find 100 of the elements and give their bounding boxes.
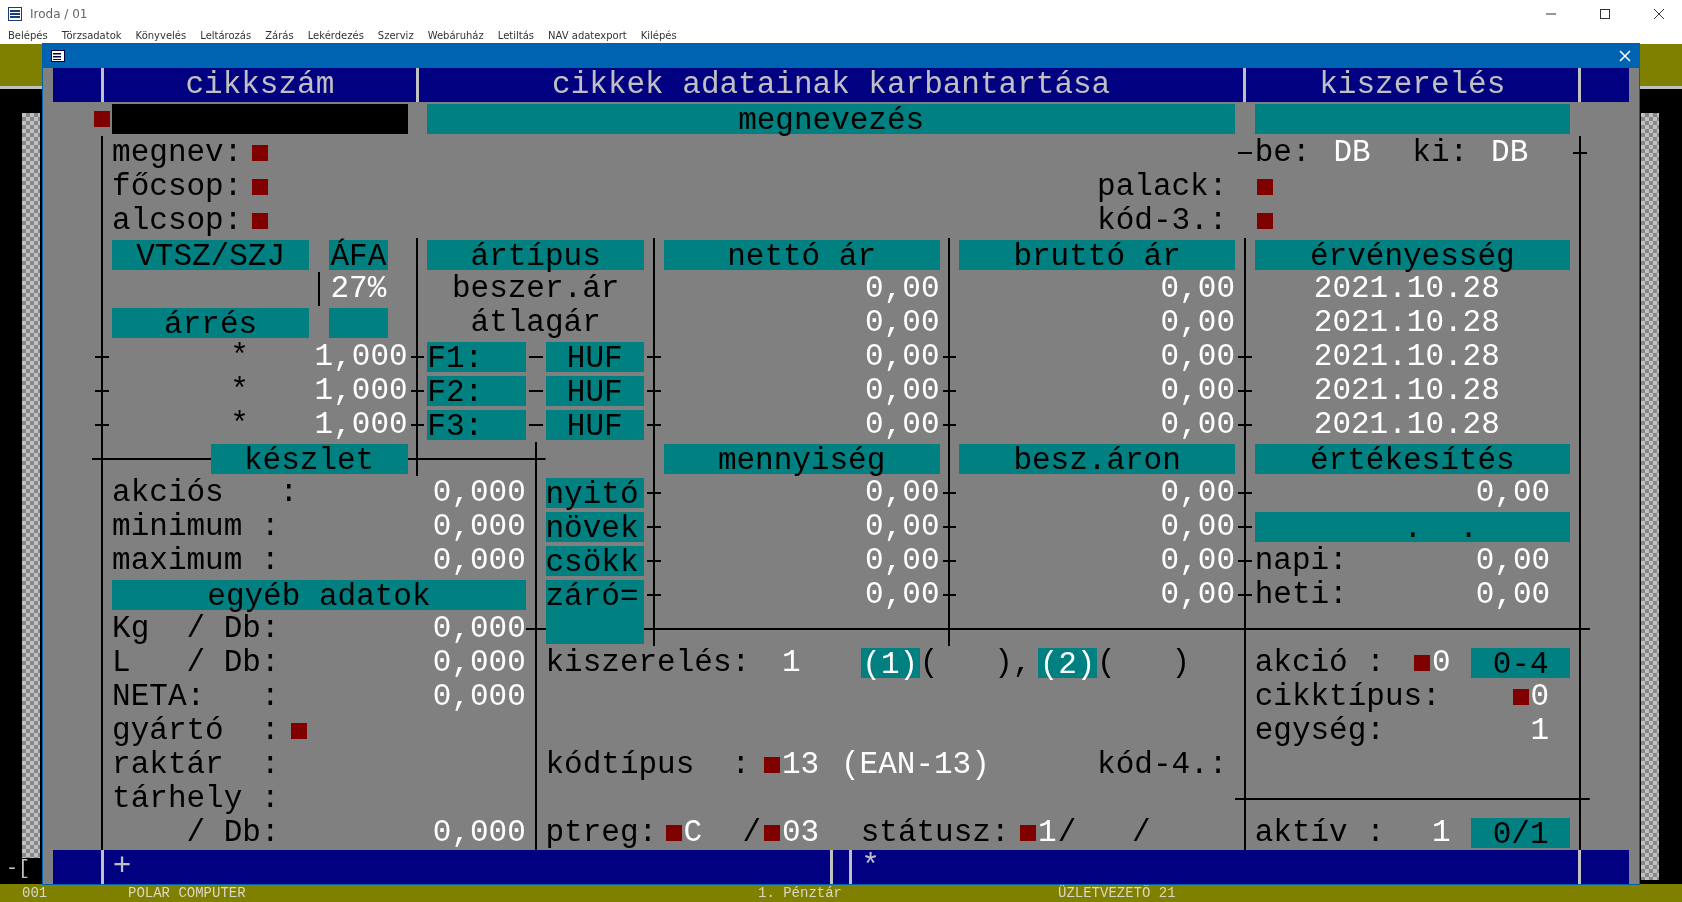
- section-header: megnevezés: [427, 104, 1235, 134]
- menu-item[interactable]: Lekérdezés: [307, 28, 364, 44]
- empty-field[interactable]: [328, 308, 388, 338]
- field-label: kód-4.:: [1097, 748, 1229, 782]
- field-value: 0,00: [864, 578, 940, 612]
- field-label: ( ),: [919, 646, 1033, 680]
- maximize-icon: [1600, 9, 1610, 19]
- field-value: 0,00: [1159, 340, 1235, 374]
- field-label: ptreg:: [545, 816, 659, 850]
- field-value: 1,000: [313, 408, 408, 442]
- field-marker: [1256, 179, 1273, 195]
- field-value: 0,00: [1474, 476, 1551, 510]
- field-label: megnev:: [112, 136, 244, 170]
- field-label: raktár :: [112, 748, 281, 782]
- app-window-icon: [8, 7, 22, 21]
- slot-key: (1): [860, 648, 920, 678]
- menu-item[interactable]: Leltározás: [200, 28, 252, 44]
- field-label: L / Db:: [112, 646, 281, 680]
- field-value: 0,00: [1159, 578, 1235, 612]
- date-field[interactable]: . .: [1254, 512, 1570, 542]
- menu-item[interactable]: Webáruház: [427, 28, 484, 44]
- field-label: alcsop:: [112, 204, 244, 238]
- column-header: cikkszám: [185, 70, 335, 100]
- close-icon[interactable]: [1619, 50, 1631, 62]
- menu-item[interactable]: Zárás: [265, 28, 294, 44]
- field-label: Kg / Db:: [112, 612, 280, 646]
- menu-item[interactable]: Törzsadatok: [61, 28, 122, 44]
- date-value: 2021.10.28: [1313, 306, 1501, 340]
- currency-label: HUF: [545, 410, 644, 440]
- menu-item[interactable]: Szerviz: [377, 28, 414, 44]
- section-header: nettó ár: [663, 240, 940, 270]
- field-marker: [1414, 655, 1431, 671]
- field-label: NETA: :: [112, 680, 281, 714]
- field-label: gyártó :: [112, 714, 281, 748]
- field-value: 1,000: [313, 374, 408, 408]
- field-value: 0,000: [431, 816, 526, 850]
- field-marker: [764, 825, 781, 841]
- price-type: átlagár: [469, 306, 602, 340]
- field-label: *: [230, 340, 250, 374]
- menu-item[interactable]: Könyvelés: [135, 28, 187, 44]
- field-value: 0,000: [431, 476, 526, 510]
- price-type: beszer.ár: [450, 272, 621, 306]
- field-value: 0,00: [1159, 476, 1235, 510]
- field-value: DB: [1491, 136, 1530, 170]
- movement-label: csökk: [545, 546, 644, 576]
- field-label: főcsop:: [112, 170, 244, 204]
- field-label: *: [230, 374, 250, 408]
- price-key: F3:: [427, 410, 526, 440]
- field-value: 0: [1530, 680, 1551, 714]
- field-value: (EAN-13): [841, 748, 991, 782]
- field-label: heti:: [1254, 578, 1349, 612]
- field-value: 0,00: [864, 408, 940, 442]
- field-label: maximum :: [112, 544, 281, 578]
- section-header: egyéb adatok: [112, 580, 526, 610]
- field-label: / Db:: [185, 816, 281, 850]
- section-header: besz.áron: [959, 444, 1235, 474]
- status-text: 001: [22, 884, 49, 902]
- field-marker: [251, 213, 268, 229]
- price-key: F2:: [427, 376, 526, 406]
- menu-item[interactable]: Kilépés: [640, 28, 677, 44]
- menu-item[interactable]: Belépés: [8, 28, 48, 44]
- section-header: VTSZ/SZJ: [112, 240, 310, 270]
- field-value: 0,000: [431, 544, 526, 578]
- field-value: 0,00: [1159, 306, 1235, 340]
- menu-item[interactable]: NAV adatexport: [548, 28, 627, 44]
- field-value: 0,000: [431, 510, 526, 544]
- field-value: 0,00: [1159, 272, 1235, 306]
- section-header: ÁFA: [328, 240, 388, 270]
- field-value: 03: [781, 816, 821, 850]
- field-label: palack:: [1097, 170, 1229, 204]
- field-value: 0,00: [1159, 510, 1235, 544]
- field-marker: [665, 825, 682, 841]
- field-marker: [1512, 689, 1529, 705]
- field-value: 0,00: [1474, 578, 1551, 612]
- field-value: DB: [1333, 136, 1372, 170]
- field-label: cikktípus:: [1254, 680, 1442, 714]
- field-value: 0,00: [864, 510, 940, 544]
- menu-item[interactable]: Letiltás: [497, 28, 535, 44]
- field-marker: [251, 145, 268, 161]
- field-value: 1: [1038, 816, 1058, 850]
- field-value: 0,000: [431, 646, 526, 680]
- price-key: F1:: [427, 342, 526, 372]
- field-value: 27%: [329, 272, 388, 306]
- date-value: 2021.10.28: [1313, 340, 1501, 374]
- date-value: 2021.10.28: [1313, 374, 1501, 408]
- field-label: egység:: [1254, 714, 1386, 748]
- section-header: mennyiség: [663, 444, 940, 474]
- empty-field[interactable]: [1254, 104, 1570, 134]
- field-marker: [94, 111, 111, 127]
- field-label: aktív :: [1254, 816, 1386, 850]
- section-header: bruttó ár: [959, 240, 1235, 270]
- column-header: kiszerelés: [1319, 70, 1506, 100]
- field-value: 1,000: [313, 340, 408, 374]
- field-value: 0,00: [1159, 374, 1235, 408]
- currency-label: HUF: [545, 342, 644, 372]
- field-label: tárhely :: [112, 782, 281, 816]
- dialog-menu-icon[interactable]: [51, 50, 65, 62]
- field-label: ( ): [1097, 646, 1192, 680]
- code-input[interactable]: [112, 104, 408, 134]
- footer-mark: *: [861, 852, 880, 882]
